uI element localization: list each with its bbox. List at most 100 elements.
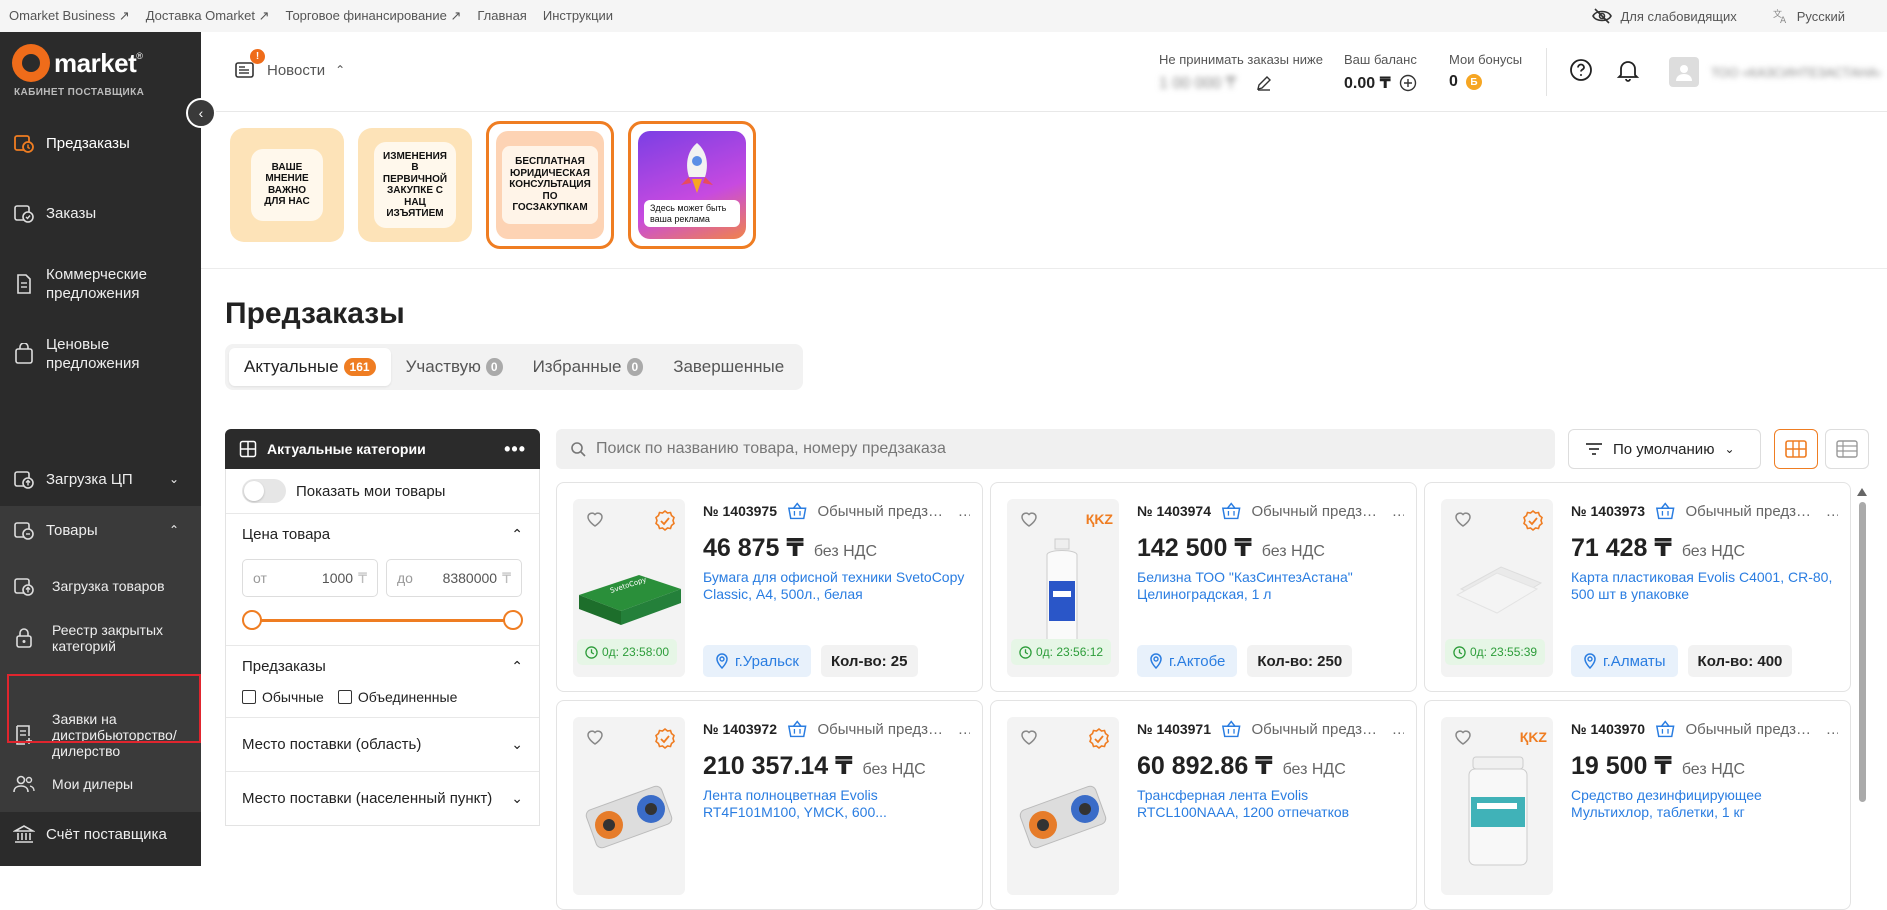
sidebar-item-preorders[interactable]: Предзаказы bbox=[0, 123, 201, 163]
heart-icon[interactable] bbox=[1019, 727, 1039, 747]
preorder-card[interactable]: 0д: 23:55:39 № 1403973 Обычный предзаказ..… bbox=[1424, 482, 1851, 692]
more-icon[interactable]: ••• bbox=[504, 439, 526, 460]
edit-icon[interactable] bbox=[1256, 75, 1272, 91]
price-from-input[interactable]: от 1000 ₸ bbox=[242, 559, 378, 597]
slider-min-handle[interactable] bbox=[242, 610, 262, 630]
story-card[interactable]: ИЗМЕНЕНИЯ В ПЕРВИЧНОЙ ЗАКУПКЕ С НАЦ ИЗЪЯ… bbox=[358, 128, 472, 242]
chevron-up-icon: ⌃ bbox=[511, 526, 523, 542]
verified-badge-icon bbox=[1523, 509, 1543, 532]
preorder-number: № 1403972 bbox=[703, 721, 777, 737]
link-trade-finance[interactable]: Торговое финансирование ↗ bbox=[286, 8, 462, 24]
sidebar-item-upload-cp[interactable]: Загрузка ЦП ⌄ bbox=[0, 459, 201, 499]
product-name-link[interactable]: Карта пластиковая Evolis C4001, CR-80, 5… bbox=[1571, 569, 1838, 603]
preorder-card[interactable]: SvetoCopy 0д: 23:58:00 № 1403975 Обычный пр… bbox=[556, 482, 983, 692]
show-mine-toggle[interactable] bbox=[242, 479, 286, 503]
sidebar-item-commercial-offers[interactable]: Коммерческие предложения bbox=[0, 254, 201, 314]
chevron-down-icon: ⌄ bbox=[511, 736, 523, 752]
grid-view-button[interactable] bbox=[1774, 429, 1818, 469]
story-ad: Здесь может быть ваша реклама bbox=[638, 131, 746, 239]
tab-favorites[interactable]: Избранные 0 bbox=[518, 348, 659, 386]
scrollbar-thumb[interactable] bbox=[1858, 502, 1866, 802]
link-instructions[interactable]: Инструкции bbox=[543, 8, 613, 24]
tab-completed[interactable]: Завершенные bbox=[658, 348, 799, 386]
timer-badge: 0д: 23:56:12 bbox=[1011, 639, 1112, 665]
locality-filter[interactable]: Место поставки (населенный пункт) ⌄ bbox=[226, 772, 539, 825]
product-name-link[interactable]: Бумага для офисной техники SvetoCopy Cla… bbox=[703, 569, 970, 603]
product-name-link[interactable]: Лента полноцветная Evolis RT4F101M100, Y… bbox=[703, 787, 970, 821]
logo-mark bbox=[12, 44, 50, 82]
heart-icon[interactable] bbox=[1453, 727, 1473, 747]
users-icon bbox=[12, 772, 36, 796]
product-image-box[interactable] bbox=[1007, 717, 1119, 895]
scrollbar[interactable] bbox=[1856, 488, 1868, 866]
checkbox-merged[interactable]: Объединенные bbox=[337, 689, 457, 705]
accessibility-toggle[interactable]: Для слабовидящих bbox=[1592, 8, 1737, 24]
price-to-input[interactable]: до 8380000 ₸ bbox=[386, 559, 522, 597]
heart-icon[interactable] bbox=[585, 509, 605, 529]
preorder-card[interactable]: ҚKZ 0д: 23:56:12 № 1403974 Обычный предзака… bbox=[990, 482, 1417, 692]
list-view-button[interactable] bbox=[1825, 429, 1869, 469]
price-filter: Цена товара ⌃ от 1000 ₸ до 8380000 ₸ bbox=[226, 514, 539, 646]
upload-goods-icon bbox=[12, 574, 36, 598]
product-name-link[interactable]: Трансферная лента Evolis RTCL100NAAA, 12… bbox=[1137, 787, 1404, 821]
product-name-link[interactable]: Белизна ТОО "КазСинтезАстана" Целиноград… bbox=[1137, 569, 1404, 603]
product-image-box[interactable]: ҚKZ 0д: 23:56:12 bbox=[1007, 499, 1119, 677]
logo[interactable]: market ® bbox=[12, 44, 143, 82]
price-filter-header[interactable]: Цена товара ⌃ bbox=[242, 526, 523, 543]
sidebar-label: Ценовые предложения bbox=[46, 335, 140, 373]
link-home[interactable]: Главная bbox=[477, 8, 526, 24]
story-card[interactable]: БЕСПЛАТНАЯ ЮРИДИЧЕСКАЯ КОНСУЛЬТАЦИЯ ПО Г… bbox=[486, 121, 614, 249]
preorder-type: Обычный предзаказ bbox=[1251, 720, 1383, 738]
sort-dropdown[interactable]: По умолчанию ⌄ bbox=[1568, 429, 1761, 469]
balance-value: 0.00 ₸ bbox=[1344, 75, 1391, 92]
preorders-filter-header[interactable]: Предзаказы ⌃ bbox=[242, 658, 523, 675]
link-delivery[interactable]: Доставка Omarket ↗ bbox=[146, 8, 270, 24]
checkbox-regular[interactable]: Обычные bbox=[242, 689, 324, 705]
tab-actual[interactable]: Актуальные 161 bbox=[229, 348, 391, 386]
region-label: Место поставки (область) bbox=[242, 736, 422, 753]
region-filter[interactable]: Место поставки (область) ⌄ bbox=[226, 718, 539, 772]
sort-icon bbox=[1586, 443, 1602, 455]
avatar bbox=[1669, 57, 1699, 87]
sidebar-item-supplier-account[interactable]: Счёт поставщика bbox=[0, 814, 201, 854]
sidebar-label: Коммерческие предложения bbox=[46, 265, 148, 303]
story-card[interactable]: ВАШЕ МНЕНИЕ ВАЖНО ДЛЯ НАС bbox=[230, 128, 344, 242]
product-image-box[interactable]: ҚKZ bbox=[1441, 717, 1553, 895]
heart-icon[interactable] bbox=[585, 727, 605, 747]
kz-badge-icon: ҚKZ bbox=[1519, 729, 1547, 745]
product-image-box[interactable]: 0д: 23:55:39 bbox=[1441, 499, 1553, 677]
sidebar-item-goods[interactable]: Товары ⌃ bbox=[0, 506, 201, 554]
news-dropdown[interactable]: ! Новости ⌃ bbox=[235, 49, 345, 80]
sidebar-subitem-upload-goods[interactable]: Загрузка товаров bbox=[0, 566, 201, 606]
user-menu[interactable]: ТОО «КАЗСИНТЕЗАСТАНА» ⌄ bbox=[1669, 57, 1887, 87]
slider-max-handle[interactable] bbox=[503, 610, 523, 630]
sidebar-item-orders[interactable]: Заказы bbox=[0, 193, 201, 233]
help-button[interactable] bbox=[1569, 58, 1593, 82]
sidebar-subitem-my-dealers[interactable]: Мои дилеры bbox=[0, 766, 201, 802]
sidebar-sublabel: Реестр закрытых категорий bbox=[52, 621, 164, 654]
city-name: г.Уральск bbox=[735, 652, 799, 670]
notifications-button[interactable] bbox=[1616, 58, 1640, 82]
header: ! Новости ⌃ Не принимать заказы ниже 1 0… bbox=[201, 32, 1887, 112]
categories-header[interactable]: Актуальные категории ••• bbox=[225, 429, 540, 469]
collapse-sidebar-button[interactable]: ‹ bbox=[186, 98, 216, 128]
sidebar-subitem-closed-categories[interactable]: Реестр закрытых категорий bbox=[0, 616, 201, 660]
tab-participating[interactable]: Участвую 0 bbox=[391, 348, 518, 386]
product-image-box[interactable]: SvetoCopy 0д: 23:58:00 bbox=[573, 499, 685, 677]
add-circle-icon[interactable] bbox=[1399, 74, 1417, 92]
heart-icon[interactable] bbox=[1019, 509, 1039, 529]
story-card[interactable]: Здесь может быть ваша реклама bbox=[628, 121, 756, 249]
heart-icon[interactable] bbox=[1453, 509, 1473, 529]
link-omarket-business[interactable]: Omarket Business ↗ bbox=[9, 8, 130, 24]
basket-icon bbox=[1655, 720, 1675, 738]
preorder-card[interactable]: № 1403971 Обычный предзаказ... 60 892.86 ₸… bbox=[990, 700, 1417, 910]
sidebar-item-price-offers[interactable]: Ценовые предложения bbox=[0, 324, 201, 384]
search-input[interactable]: Поиск по названию товара, номеру предзак… bbox=[556, 429, 1555, 469]
preorder-card[interactable]: № 1403972 Обычный предзаказ... 210 357.14 … bbox=[556, 700, 983, 910]
scroll-up-arrow[interactable] bbox=[1857, 488, 1867, 496]
preorder-card[interactable]: ҚKZ № 1403970 Обычный предзаказ... 19 500 ₸… bbox=[1424, 700, 1851, 910]
product-image-box[interactable] bbox=[573, 717, 685, 895]
verified-badge-icon bbox=[655, 727, 675, 750]
product-name-link[interactable]: Средство дезинфицирующее Мультихлор, таб… bbox=[1571, 787, 1838, 821]
language-select[interactable]: 文A Русский bbox=[1773, 8, 1845, 24]
